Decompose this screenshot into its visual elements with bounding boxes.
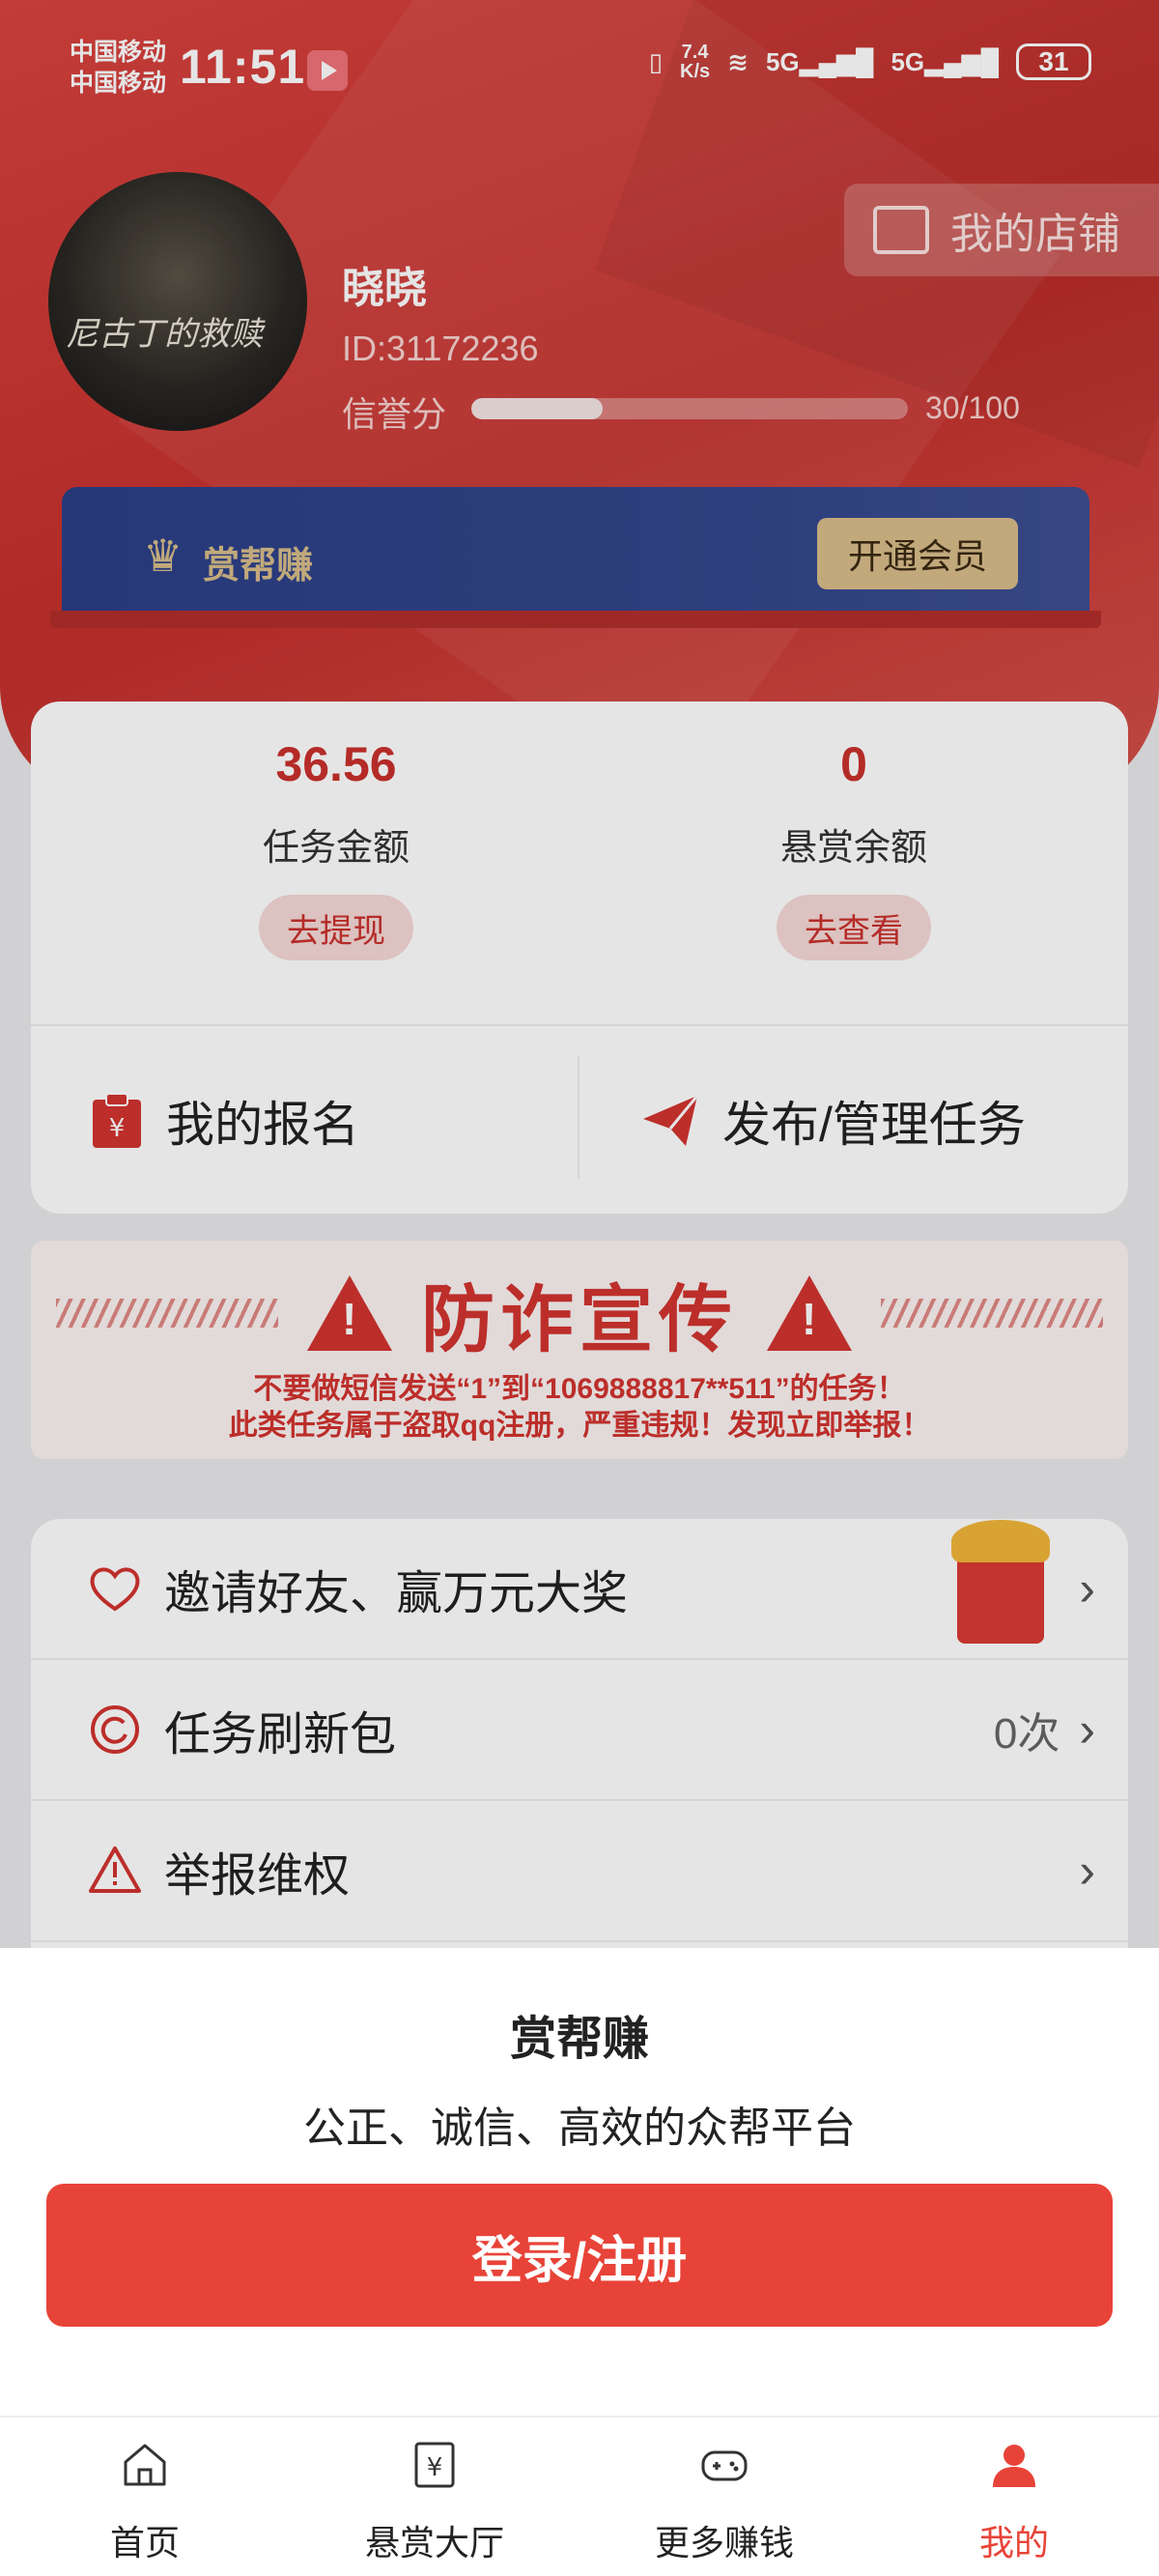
home-icon — [124, 2444, 166, 2486]
tab-mine[interactable]: 我的 — [869, 2431, 1159, 2565]
yuan-icon: ¥ — [414, 2442, 455, 2488]
modal-backdrop[interactable] — [0, 0, 1159, 1948]
sheet-title: 赏帮赚 — [509, 2014, 649, 2065]
sheet-subtitle: 公正、诚信、高效的众帮平台 — [303, 2104, 856, 2152]
login-sheet: 赏帮赚 公正、诚信、高效的众帮平台 登录/注册 — [0, 1948, 1159, 2416]
tab-label: 我的 — [978, 2523, 1049, 2562]
bottom-tab-bar: 首页 ¥ 悬赏大厅 更多赚钱 我的 — [0, 2416, 1159, 2576]
tab-more-earning[interactable]: 更多赚钱 — [580, 2431, 869, 2565]
tab-reward-hall[interactable]: ¥ 悬赏大厅 — [290, 2431, 580, 2565]
person-icon — [993, 2445, 1035, 2487]
svg-text:¥: ¥ — [427, 2453, 443, 2482]
tab-label: 首页 — [109, 2523, 180, 2562]
tab-label: 更多赚钱 — [654, 2523, 794, 2562]
tab-home[interactable]: 首页 — [0, 2431, 290, 2565]
login-register-button[interactable]: 登录/注册 — [46, 2184, 1113, 2327]
gamepad-icon — [701, 2450, 748, 2481]
tab-label: 悬赏大厅 — [364, 2523, 504, 2562]
